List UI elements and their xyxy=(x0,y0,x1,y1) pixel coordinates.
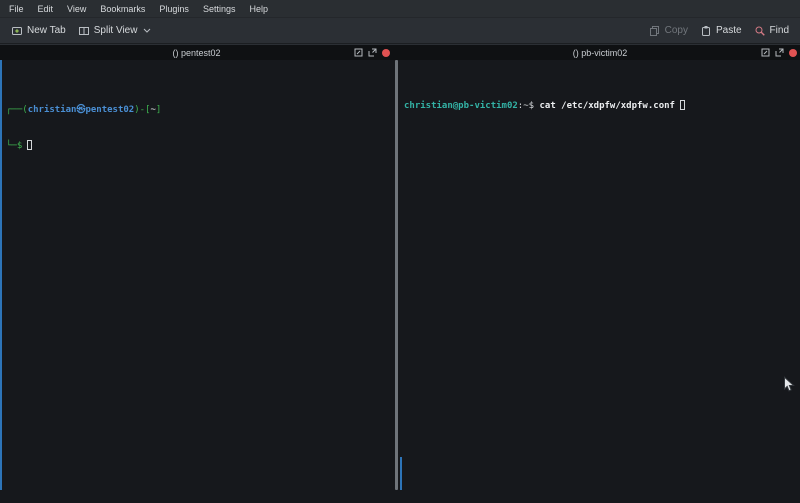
left-header-icons xyxy=(354,45,390,60)
prompt-suffix: :~$ xyxy=(518,101,534,111)
terminal-app-window: File Edit View Bookmarks Plugins Setting… xyxy=(0,0,800,503)
find-button[interactable]: Find xyxy=(748,22,795,40)
menubar: File Edit View Bookmarks Plugins Setting… xyxy=(0,0,800,18)
menu-bookmarks[interactable]: Bookmarks xyxy=(93,1,152,17)
maximize-split-icon[interactable] xyxy=(354,48,363,57)
new-tab-icon xyxy=(11,25,23,37)
split-view-label: Split View xyxy=(94,25,138,36)
terminal-command-line: christian@pb-victim02:~$ cat /etc/xdpfw/… xyxy=(404,100,796,112)
right-tab-title: () pb-victim02 xyxy=(573,48,628,58)
menu-plugins[interactable]: Plugins xyxy=(152,1,196,17)
prompt-dollar: └─$ xyxy=(6,141,22,151)
scrollbar-track[interactable] xyxy=(393,60,400,503)
copy-label: Copy xyxy=(665,25,688,36)
left-terminal-scrollbar[interactable] xyxy=(393,45,400,503)
right-scroll-indicator xyxy=(400,457,402,490)
close-split-button[interactable] xyxy=(382,49,390,57)
right-header-icons xyxy=(761,45,797,60)
terminal-prompt-line1: ┌──(christian㉿pentest02)-[~] xyxy=(6,104,389,116)
right-terminal[interactable]: christian@pb-victim02:~$ cat /etc/xdpfw/… xyxy=(400,60,800,503)
split-view-icon xyxy=(78,25,90,37)
find-label: Find xyxy=(770,25,789,36)
prompt-mid: )-[ xyxy=(134,105,150,115)
prompt-user-host: christian㉿pentest02 xyxy=(28,105,135,115)
text-cursor xyxy=(680,100,685,110)
split-view-container: () pentest02 ┌──(christian㉿pentest02)-[~… xyxy=(0,45,800,503)
paste-label: Paste xyxy=(716,25,742,36)
left-tab-title: () pentest02 xyxy=(172,48,220,58)
new-tab-button[interactable]: New Tab xyxy=(5,22,72,40)
left-split-pane: () pentest02 ┌──(christian㉿pentest02)-[~… xyxy=(0,45,393,503)
menu-view[interactable]: View xyxy=(60,1,93,17)
right-pane-header[interactable]: () pb-victim02 xyxy=(400,45,800,60)
terminal-prompt-line2: └─$ xyxy=(6,140,389,152)
left-scroll-indicator xyxy=(0,60,2,490)
scrollbar-header-gap xyxy=(393,45,400,60)
chevron-down-icon xyxy=(143,28,151,33)
copy-icon xyxy=(649,25,661,37)
right-split-pane: () pb-victim02 christian@pb-victim02:~$ … xyxy=(400,45,800,503)
left-terminal[interactable]: ┌──(christian㉿pentest02)-[~] └─$ xyxy=(0,60,393,503)
prompt-open: ┌──( xyxy=(6,105,28,115)
split-view-button[interactable]: Split View xyxy=(72,22,158,40)
menu-edit[interactable]: Edit xyxy=(31,1,61,17)
menu-help[interactable]: Help xyxy=(242,1,275,17)
menu-file[interactable]: File xyxy=(2,1,31,17)
prompt-user-host: christian@pb-victim02 xyxy=(404,101,518,111)
new-tab-label: New Tab xyxy=(27,25,66,36)
toolbar: New Tab Split View Copy Paste xyxy=(0,18,800,44)
text-cursor xyxy=(27,140,32,150)
prompt-close: ] xyxy=(156,105,161,115)
maximize-split-icon[interactable] xyxy=(761,48,770,57)
paste-icon xyxy=(700,25,712,37)
left-pane-header[interactable]: () pentest02 xyxy=(0,45,393,60)
scrollbar-handle[interactable] xyxy=(395,60,398,490)
detach-tab-icon[interactable] xyxy=(368,48,377,57)
detach-tab-icon[interactable] xyxy=(775,48,784,57)
menu-settings[interactable]: Settings xyxy=(196,1,243,17)
search-icon xyxy=(754,25,766,37)
paste-button[interactable]: Paste xyxy=(694,22,748,40)
copy-button[interactable]: Copy xyxy=(643,22,694,40)
command-value: cat /etc/xdpfw/xdpfw.conf xyxy=(539,101,674,111)
close-split-button[interactable] xyxy=(789,49,797,57)
